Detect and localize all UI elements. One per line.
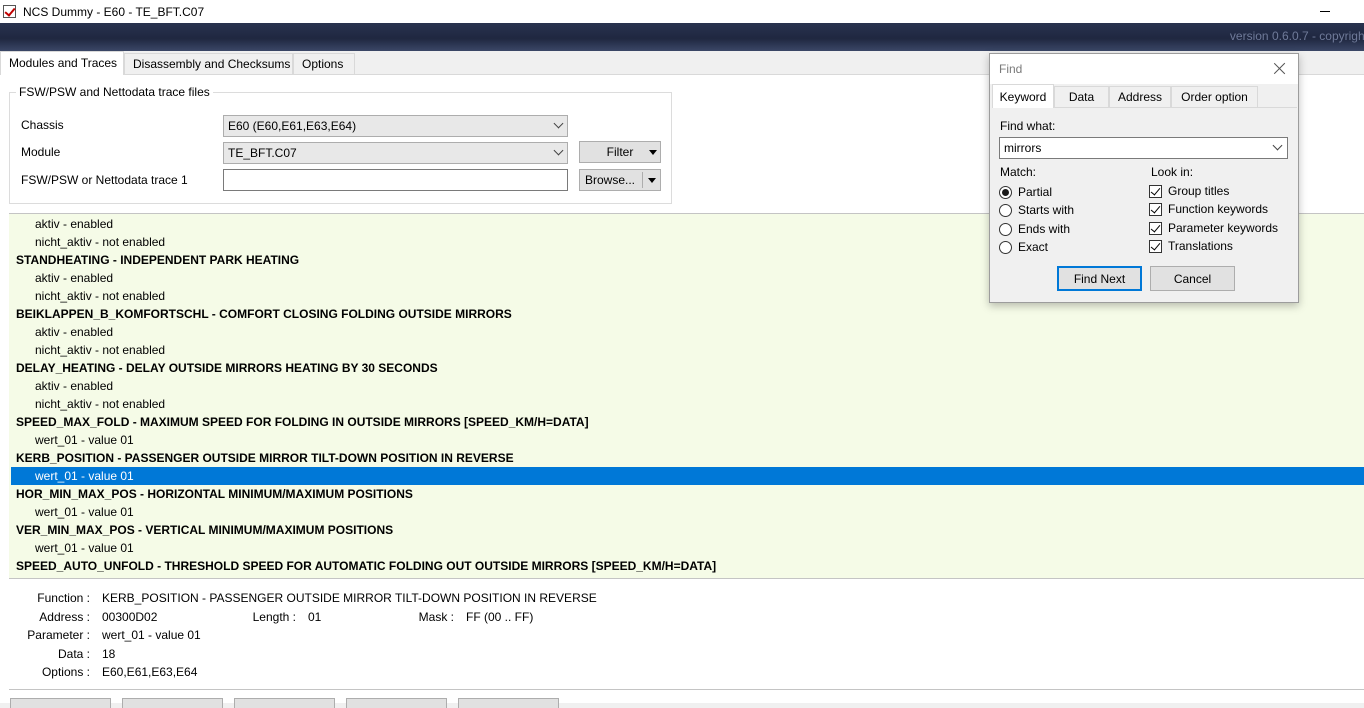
chevron-down-icon	[553, 118, 564, 129]
header-banner: version 0.6.0.7 - copyright	[0, 23, 1364, 51]
tab-address[interactable]: Address	[1109, 86, 1171, 107]
look-in-function-keywords-label[interactable]: Function keywords	[1168, 202, 1268, 216]
match-starts-with-radio[interactable]	[999, 204, 1012, 217]
module-label: Module	[21, 145, 61, 159]
chassis-select[interactable]: E60 (E60,E61,E63,E64)	[223, 115, 568, 137]
tree-parameter-row[interactable]: aktiv - enabled	[11, 377, 1364, 395]
look-in-translations-checkbox[interactable]	[1149, 240, 1162, 253]
match-ends-with-label[interactable]: Ends with	[1018, 222, 1070, 236]
window-titlebar: NCS Dummy - E60 - TE_BFT.C07	[0, 0, 1364, 23]
tree-parameter-row[interactable]: aktiv - enabled	[11, 323, 1364, 341]
data-label: Data :	[57, 647, 90, 661]
data-value: 18	[102, 647, 116, 661]
close-icon[interactable]	[1273, 62, 1287, 76]
match-ends-with-radio[interactable]	[999, 223, 1012, 236]
look-in-parameter-keywords-label[interactable]: Parameter keywords	[1168, 221, 1278, 235]
split-separator	[642, 172, 643, 188]
minimize-icon[interactable]	[1314, 0, 1338, 23]
tree-parameter-row[interactable]: wert_01 - value 01	[11, 539, 1364, 557]
look-in-translations-label[interactable]: Translations	[1168, 239, 1233, 253]
filter-button[interactable]: Filter	[579, 141, 661, 163]
find-dialog-titlebar: Find	[990, 54, 1298, 84]
module-select[interactable]: TE_BFT.C07	[223, 142, 568, 164]
keyword-pane: Find what: mirrors Match: Look in: Parti…	[992, 107, 1297, 302]
chevron-down-icon	[553, 145, 564, 156]
bottom-button-1[interactable]	[10, 698, 111, 708]
chassis-label: Chassis	[21, 118, 64, 132]
mask-label: Mask :	[418, 610, 454, 624]
tree-parameter-row[interactable]: wert_01 - value 01	[11, 467, 1364, 485]
mask-value: FF (00 .. FF)	[466, 610, 534, 624]
find-what-label: Find what:	[1000, 119, 1056, 133]
match-label: Match:	[1000, 165, 1037, 179]
chevron-down-icon[interactable]	[1272, 140, 1283, 151]
browse-button[interactable]: Browse...	[579, 169, 661, 191]
chassis-value: E60 (E60,E61,E63,E64)	[228, 119, 357, 133]
groupbox-title: FSW/PSW and Nettodata trace files	[16, 85, 213, 99]
find-dialog: Find Keyword Data Address Order option F…	[989, 53, 1299, 303]
window-title: NCS Dummy - E60 - TE_BFT.C07	[23, 5, 205, 19]
match-partial-label[interactable]: Partial	[1018, 185, 1052, 199]
bottom-button-5[interactable]	[458, 698, 559, 708]
tree-group-row[interactable]: VER_MIN_MAX_POS - VERTICAL MINIMUM/MAXIM…	[11, 521, 1364, 539]
options-label: Options :	[41, 665, 90, 679]
tree-group-row[interactable]: BEIKLAPPEN_B_KOMFORTSCHL - COMFORT CLOSI…	[11, 305, 1364, 323]
bottom-button-2[interactable]	[122, 698, 223, 708]
match-exact-label[interactable]: Exact	[1018, 240, 1048, 254]
find-what-value: mirrors	[1004, 141, 1042, 155]
tree-group-row[interactable]: SPEED_AUTO_UNFOLD - THRESHOLD SPEED FOR …	[11, 557, 1364, 575]
address-label: Address :	[39, 610, 90, 624]
tree-group-row[interactable]: SPEED_MAX_FOLD - MAXIMUM SPEED FOR FOLDI…	[11, 413, 1364, 431]
version-text: version 0.6.0.7 - copyright	[1229, 29, 1364, 43]
match-partial-radio[interactable]	[999, 186, 1012, 199]
bottom-button-4[interactable]	[346, 698, 447, 708]
app-check-icon	[3, 5, 16, 18]
length-label: Length :	[252, 610, 296, 624]
tab-modules-and-traces[interactable]: Modules and Traces	[0, 51, 124, 75]
length-value: 01	[308, 610, 322, 624]
find-next-button[interactable]: Find Next	[1057, 266, 1142, 291]
tab-data[interactable]: Data	[1054, 86, 1109, 107]
tree-parameter-row[interactable]: wert_01 - value 01	[11, 503, 1364, 521]
look-in-function-keywords-checkbox[interactable]	[1149, 203, 1162, 216]
tree-group-row[interactable]: KERB_POSITION - PASSENGER OUTSIDE MIRROR…	[11, 449, 1364, 467]
tree-parameter-row[interactable]: nicht_aktiv - not enabled	[11, 395, 1364, 413]
find-dialog-title: Find	[999, 62, 1023, 76]
cancel-button[interactable]: Cancel	[1150, 266, 1235, 291]
tab-order-option[interactable]: Order option	[1171, 86, 1258, 107]
tree-parameter-row[interactable]: nicht_aktiv - not enabled	[11, 341, 1364, 359]
parameter-value: wert_01 - value 01	[102, 628, 201, 642]
function-value: KERB_POSITION - PASSENGER OUTSIDE MIRROR…	[102, 591, 597, 605]
find-what-input[interactable]: mirrors	[999, 137, 1288, 159]
address-value: 00300D02	[102, 610, 158, 624]
look-in-group-titles-label[interactable]: Group titles	[1168, 184, 1229, 198]
tab-options[interactable]: Options	[293, 53, 355, 74]
tree-group-row[interactable]: DELAY_HEATING - DELAY OUTSIDE MIRRORS HE…	[11, 359, 1364, 377]
options-value: E60,E61,E63,E64	[102, 665, 198, 679]
parameter-label: Parameter :	[27, 628, 90, 642]
filter-button-label: Filter	[606, 145, 634, 159]
look-in-label: Look in:	[1151, 165, 1194, 179]
function-label: Function :	[37, 591, 90, 605]
match-starts-with-label[interactable]: Starts with	[1018, 203, 1074, 217]
module-value: TE_BFT.C07	[228, 146, 297, 160]
look-in-group-titles-checkbox[interactable]	[1149, 185, 1162, 198]
browse-button-label: Browse...	[584, 173, 635, 187]
dropdown-arrow-icon[interactable]	[648, 178, 656, 183]
dropdown-arrow-icon[interactable]	[649, 150, 657, 155]
tree-group-row[interactable]: HOR_MIN_MAX_POS - HORIZONTAL MINIMUM/MAX…	[11, 485, 1364, 503]
tab-disassembly-and-checksums[interactable]: Disassembly and Checksums	[124, 53, 293, 74]
tab-keyword[interactable]: Keyword	[992, 84, 1054, 108]
look-in-parameter-keywords-checkbox[interactable]	[1149, 222, 1162, 235]
trace-label: FSW/PSW or Nettodata trace 1	[21, 173, 188, 187]
bottom-button-3[interactable]	[234, 698, 335, 708]
match-exact-radio[interactable]	[999, 241, 1012, 254]
details-panel: Function : KERB_POSITION - PASSENGER OUT…	[9, 579, 1364, 690]
trace-file-input[interactable]	[223, 169, 568, 191]
tree-parameter-row[interactable]: wert_01 - value 01	[11, 431, 1364, 449]
